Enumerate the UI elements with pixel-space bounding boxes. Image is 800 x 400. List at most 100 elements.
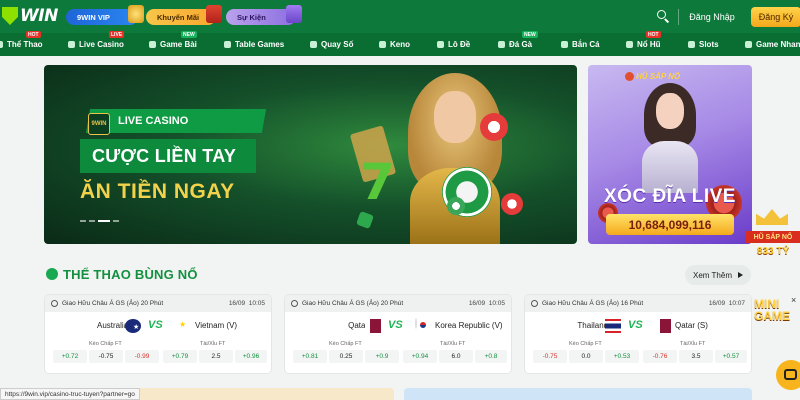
odds-button[interactable]: -0.75 <box>533 350 567 363</box>
banner-subheadline: ĂN TIỀN NGAY <box>80 180 235 203</box>
match-teams: Thailand (S) VS Qatar (S) <box>525 312 751 339</box>
carousel-dot-active[interactable] <box>98 220 110 222</box>
qatar-flag-icon <box>655 319 671 333</box>
chat-bubble-icon <box>784 369 797 380</box>
thailand-flag-icon <box>605 319 621 333</box>
nav-label: Đá Gà <box>509 40 533 49</box>
korea-flag-icon <box>415 318 417 329</box>
odds-button[interactable]: +0.53 <box>605 350 639 363</box>
nav-label: Slots <box>699 40 719 49</box>
sports-section-icon <box>46 268 58 280</box>
match-card[interactable]: Giao Hữu Châu Á GS (Ảo) 16 Phút 16/09 10… <box>524 294 752 374</box>
handicap-label: Kèo Chấp FT <box>89 341 122 347</box>
new-badge: NEW <box>181 31 197 38</box>
odds-button[interactable]: +0.96 <box>235 350 267 363</box>
nav-label: Live Casino <box>79 40 124 49</box>
live-chat-button[interactable] <box>776 360 800 390</box>
carousel-dot[interactable] <box>113 220 119 222</box>
jackpot-flame-icon <box>625 72 634 81</box>
total-line: 3.5 <box>679 350 713 363</box>
fishing-icon <box>561 41 568 48</box>
vip-crown-icon <box>128 5 144 23</box>
promotions-button[interactable]: Khuyến Mãi <box>146 5 222 25</box>
carousel-dot[interactable] <box>89 220 95 222</box>
nav-item-jackpot[interactable]: Nổ Hũ HOT <box>626 31 661 56</box>
total-line: 2.5 <box>199 350 233 363</box>
top-header: WIN 9WIN VIP Khuyến Mãi Sự Kiện Đăng Nhậ… <box>0 0 800 33</box>
total-line: 6.0 <box>439 350 473 363</box>
casino-chip-decoration <box>447 197 465 215</box>
nav-item-quick-games[interactable]: Game Nhanh <box>745 33 800 56</box>
odds-button[interactable]: +0.81 <box>293 350 327 363</box>
arrow-right-icon <box>737 272 743 278</box>
carousel-indicators <box>80 220 119 222</box>
site-logo[interactable]: WIN <box>2 6 58 26</box>
nav-item-lo-de[interactable]: Lô Đề <box>437 33 470 56</box>
carousel-dot[interactable] <box>80 220 86 222</box>
nav-item-card-games[interactable]: Game Bài NEW <box>149 31 197 56</box>
market-labels: Kèo Chấp FT Tài/Xỉu FT <box>45 339 271 350</box>
floating-jackpot-amount: 833 TỶ <box>756 246 790 257</box>
floating-jackpot-label: HŨ SẮP NỔ <box>746 231 800 243</box>
see-more-button[interactable]: Xem Thêm <box>685 265 751 285</box>
nav-item-keno[interactable]: Keno <box>379 33 410 56</box>
mini-game-label-2: GAME <box>754 309 790 323</box>
live-casino-banner[interactable]: 7 LIVE CASINO 9WIN CƯỢC LIỀN TAY ĂN TIỀN… <box>44 65 577 244</box>
section-title: THỂ THAO BÙNG NỔ <box>63 267 198 282</box>
away-team: Vietnam (V) <box>195 321 238 330</box>
hot-badge: HOT <box>26 31 41 38</box>
see-more-label: Xem Thêm <box>693 270 732 280</box>
nav-label: Bắn Cá <box>572 40 600 49</box>
dice-decoration <box>356 211 374 229</box>
xoc-dia-banner[interactable]: HŨ SẮP NỔ XÓC ĐĨA LIVE 10,684,099,116 <box>588 65 752 244</box>
promo-strip[interactable] <box>404 388 752 400</box>
match-header: Giao Hữu Châu Á GS (Ảo) 20 Phút 16/09 10… <box>45 295 271 312</box>
login-button[interactable]: Đăng Nhập <box>682 8 742 26</box>
match-time: 16/09 10:05 <box>468 300 505 307</box>
handicap-line: 0.0 <box>569 350 603 363</box>
live-casino-icon <box>68 41 75 48</box>
card-games-icon <box>149 41 156 48</box>
banner-tag: LIVE CASINO <box>85 109 267 133</box>
match-card[interactable]: Giao Hữu Châu Á GS (Ảo) 20 Phút 16/09 10… <box>284 294 512 374</box>
events-button[interactable]: Sự Kiện <box>226 5 302 25</box>
nav-label: Nổ Hũ <box>637 40 661 49</box>
odds-button[interactable]: +0.79 <box>163 350 197 363</box>
mini-game-widget[interactable]: MINI GAME × <box>754 295 800 342</box>
hot-badge: HOT <box>646 31 661 38</box>
handicap-label: Kèo Chấp FT <box>329 341 362 347</box>
casino-chip-decoration <box>501 193 523 215</box>
odds-button[interactable]: -0.99 <box>125 350 159 363</box>
nav-item-slots[interactable]: Slots <box>688 33 719 56</box>
odds-button[interactable]: +0.57 <box>715 350 747 363</box>
floating-jackpot-widget[interactable]: HŨ SẮP NỔ 833 TỶ <box>746 209 800 264</box>
event-gift-icon <box>286 5 302 23</box>
nav-item-cockfight[interactable]: Đá Gà NEW <box>498 31 538 56</box>
vs-icon: VS <box>628 319 643 331</box>
search-icon[interactable] <box>656 9 670 23</box>
odds-button[interactable]: -0.76 <box>643 350 677 363</box>
lottery-icon <box>310 41 317 48</box>
match-card[interactable]: Giao Hữu Châu Á GS (Ảo) 20 Phút 16/09 10… <box>44 294 272 374</box>
odds-button[interactable]: +0.72 <box>53 350 87 363</box>
crown-icon <box>756 209 788 225</box>
nav-item-sports[interactable]: Thể Thao HOT <box>0 31 43 56</box>
nav-label: Keno <box>390 40 410 49</box>
keno-icon <box>379 41 386 48</box>
lucky-seven-decoration: 7 <box>360 153 395 211</box>
away-team: Korea Republic (V) <box>435 321 503 330</box>
match-time: 16/09 10:05 <box>228 300 265 307</box>
nav-item-fishing[interactable]: Bắn Cá <box>561 33 600 56</box>
close-icon[interactable]: × <box>791 295 796 305</box>
odds-button[interactable]: +0.9 <box>365 350 399 363</box>
market-labels: Kèo Chấp FT Tài/Xỉu FT <box>285 339 511 350</box>
nav-item-table-games[interactable]: Table Games <box>224 33 284 56</box>
nav-item-lottery[interactable]: Quay Số <box>310 33 353 56</box>
vs-icon: VS <box>388 319 403 331</box>
odds-button[interactable]: +0.8 <box>475 350 507 363</box>
match-teams: Australia (V) VS Vietnam (V) <box>45 312 271 339</box>
nav-item-live-casino[interactable]: Live Casino LIVE <box>68 31 125 56</box>
odds-button[interactable]: +0.94 <box>403 350 437 363</box>
register-button[interactable]: Đăng Ký <box>751 7 800 27</box>
vip-button[interactable]: 9WIN VIP <box>66 5 144 25</box>
